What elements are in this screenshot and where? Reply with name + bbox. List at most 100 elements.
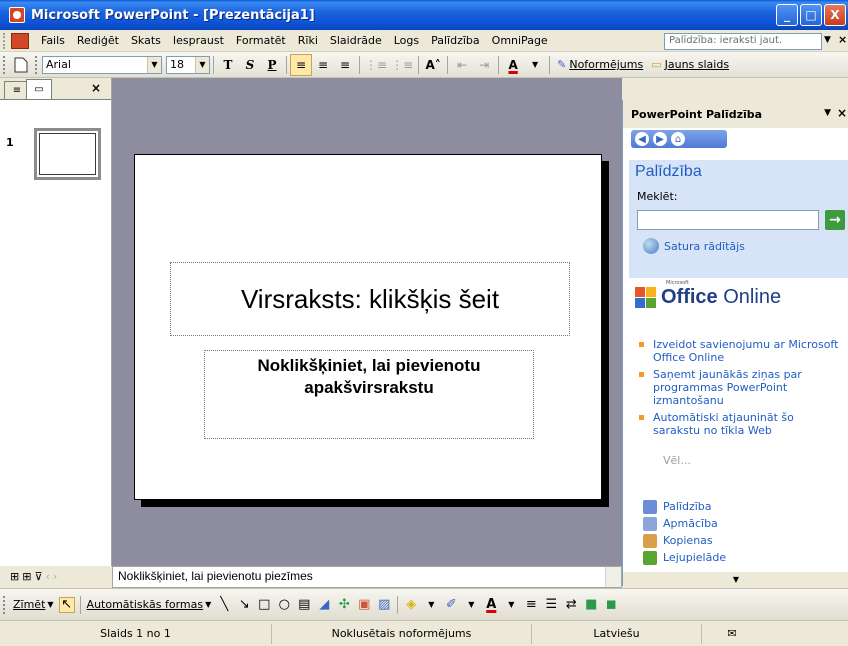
dash-style-icon[interactable]: ☰ (543, 597, 559, 613)
menu-help[interactable]: Palīdzība (425, 34, 486, 47)
help-question-input[interactable]: Palīdzība: ieraksti jaut. (664, 33, 822, 50)
help-search-input[interactable] (637, 210, 819, 230)
new-slide-button[interactable]: ▭ Jauns slaids (647, 58, 733, 71)
font-color-draw-icon[interactable]: A (483, 597, 499, 613)
menu-file[interactable]: Fails (35, 34, 71, 47)
maximize-button[interactable]: □ (800, 4, 822, 26)
align-right-icon[interactable]: ≡ (334, 54, 356, 76)
chevron-down-icon[interactable]: ▼ (824, 35, 831, 45)
training-link[interactable]: Apmācība (643, 515, 726, 532)
help-link[interactable]: Palīdzība (643, 498, 726, 515)
slideshow-icon[interactable]: ⊽ (34, 570, 42, 583)
menu-omnipage[interactable]: OmniPage (486, 34, 554, 47)
back-icon[interactable]: ◀ (635, 132, 649, 146)
menu-format[interactable]: Formatēt (230, 34, 292, 47)
task-pane-close-icon[interactable]: × (837, 106, 847, 120)
notes-scrollbar[interactable] (605, 567, 621, 587)
table-of-contents-link[interactable]: Satura rādītājs (643, 238, 745, 254)
font-color-icon[interactable]: A (502, 54, 524, 76)
menu-insert[interactable]: Iespraust (167, 34, 230, 47)
arrow-style-icon[interactable]: ⇄ (563, 597, 579, 613)
downloads-link[interactable]: Lejupielāde (643, 549, 726, 566)
title-placeholder[interactable]: Virsraksts: klikšķis šeit (170, 262, 570, 336)
picture-icon[interactable]: ▨ (376, 597, 392, 613)
chevron-down-icon[interactable]: ▼ (824, 108, 831, 118)
toolbar-grip[interactable] (3, 55, 7, 74)
menu-window[interactable]: Logs (388, 34, 425, 47)
task-pane-scroll-down[interactable]: ▼ (623, 572, 848, 586)
more-link[interactable]: Vēl... (663, 454, 691, 467)
3d-style-icon[interactable]: ◼ (603, 597, 619, 613)
document-close-button[interactable]: × (838, 33, 847, 46)
menu-view[interactable]: Skats (125, 34, 167, 47)
line-tool-icon[interactable]: ╲ (216, 597, 232, 613)
slides-pane-close-icon[interactable]: × (91, 81, 101, 95)
community-link[interactable]: Kopienas (643, 532, 726, 549)
italic-button[interactable]: S (239, 54, 261, 76)
increase-indent-icon[interactable]: ⇥ (473, 54, 495, 76)
autoshapes-menu-button[interactable]: Automātiskās formas ▼ (84, 598, 215, 611)
chevron-down-icon[interactable]: ▼ (195, 56, 209, 73)
arrow-tool-icon[interactable]: ↘ (236, 597, 252, 613)
menu-slideshow[interactable]: Slaidrāde (324, 34, 388, 47)
toolbar-separator (418, 55, 420, 74)
fill-color-icon[interactable]: ◈ (403, 597, 419, 613)
numbering-icon[interactable]: ⋮≡ (363, 54, 389, 76)
office-logo-office: Office (661, 286, 718, 308)
tab-slides[interactable]: ▭ (26, 79, 52, 99)
scroll-left-icon[interactable]: ‹ (46, 570, 50, 583)
select-pointer-icon[interactable]: ↖ (58, 596, 75, 613)
diagram-icon[interactable]: ✣ (336, 597, 352, 613)
scroll-right-icon[interactable]: › (53, 570, 57, 583)
align-left-icon[interactable]: ≡ (290, 53, 312, 76)
line-style-icon[interactable]: ≡ (523, 597, 539, 613)
list-item[interactable]: Automātiski atjaunināt šo sarakstu no tī… (639, 411, 839, 437)
shadow-style-icon[interactable]: ■ (583, 597, 599, 613)
notes-pane[interactable]: Noklikšķiniet, lai pievienotu piezīmes (112, 566, 622, 588)
close-button[interactable]: X (824, 4, 846, 26)
chevron-down-icon[interactable]: ▼ (423, 597, 439, 613)
underline-button[interactable]: P (261, 54, 283, 76)
line-color-icon[interactable]: ✐ (443, 597, 459, 613)
title-bar[interactable]: Microsoft PowerPoint - [Prezentācija1] _… (0, 0, 848, 30)
design-button[interactable]: ✎ Noformējums (553, 58, 647, 71)
home-icon[interactable]: ⌂ (671, 132, 685, 146)
textbox-tool-icon[interactable]: ▤ (296, 597, 312, 613)
slide-canvas[interactable]: Virsraksts: klikšķis šeit Noklikšķiniet,… (134, 154, 602, 500)
decrease-indent-icon[interactable]: ⇤ (451, 54, 473, 76)
align-center-icon[interactable]: ≡ (312, 54, 334, 76)
menu-edit[interactable]: Rediģēt (71, 34, 125, 47)
subtitle-placeholder[interactable]: Noklikšķiniet, lai pievienotu apakšvirsr… (204, 350, 534, 439)
chevron-down-icon[interactable]: ▼ (463, 597, 479, 613)
search-go-icon[interactable]: → (825, 210, 845, 230)
status-slide-info: Slaids 1 no 1 (0, 623, 272, 644)
spelling-status-icon[interactable]: ✉ (702, 624, 762, 644)
clipart-icon[interactable]: ▣ (356, 597, 372, 613)
chevron-down-icon[interactable]: ▼ (147, 56, 161, 73)
list-item[interactable]: Izveidot savienojumu ar Microsoft Office… (639, 338, 839, 364)
toolbar-grip[interactable] (3, 595, 7, 614)
wordart-icon[interactable]: ◢ (316, 597, 332, 613)
document-icon[interactable] (11, 32, 29, 49)
rectangle-tool-icon[interactable]: □ (256, 597, 272, 613)
forward-icon[interactable]: ▶ (653, 132, 667, 146)
normal-view-icon[interactable]: ⊞ (10, 570, 19, 583)
toolbar-grip[interactable] (35, 55, 39, 74)
font-size-combo[interactable]: 18 ▼ (166, 55, 210, 74)
powerpoint-app-icon[interactable] (9, 7, 25, 23)
chevron-down-icon[interactable]: ▼ (503, 597, 519, 613)
menu-tools[interactable]: Rīki (292, 34, 324, 47)
slide-sorter-icon[interactable]: ⊞ (22, 570, 31, 583)
font-name-combo[interactable]: Arial ▼ (42, 55, 162, 74)
chevron-down-icon[interactable]: ▼ (524, 54, 546, 76)
menubar-grip[interactable] (3, 32, 7, 49)
oval-tool-icon[interactable]: ○ (276, 597, 292, 613)
increase-font-icon[interactable]: A˄ (422, 54, 444, 76)
slide-thumbnail[interactable] (34, 128, 101, 180)
new-document-icon[interactable] (10, 54, 32, 76)
minimize-button[interactable]: _ (776, 4, 798, 26)
bold-button[interactable]: T (217, 54, 239, 76)
draw-menu-button[interactable]: Zīmēt ▼ (10, 598, 57, 611)
bullets-icon[interactable]: ⋮≡ (389, 54, 415, 76)
list-item[interactable]: Saņemt jaunākās ziņas par programmas Pow… (639, 368, 839, 407)
